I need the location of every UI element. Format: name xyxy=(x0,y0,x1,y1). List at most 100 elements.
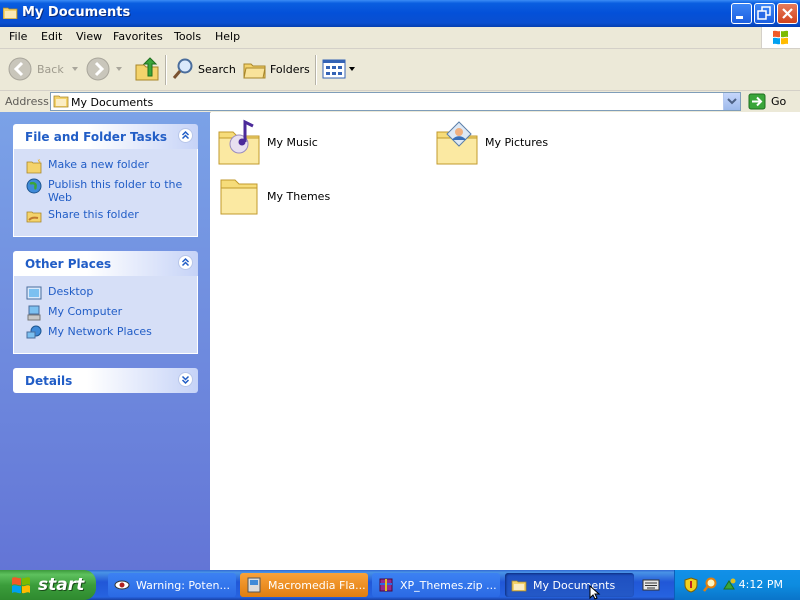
address-value: My Documents xyxy=(71,96,154,109)
go-label: Go xyxy=(771,95,787,108)
views-icon xyxy=(322,59,346,79)
new-folder-icon xyxy=(26,158,42,174)
details-header[interactable]: Details xyxy=(13,368,198,393)
other-places-body: Desktop My Computer My Network Places xyxy=(13,276,198,354)
other-places-header[interactable]: Other Places xyxy=(13,251,198,276)
address-dropdown[interactable] xyxy=(723,93,740,110)
chevron-down-icon xyxy=(727,98,737,105)
up-folder-icon xyxy=(135,57,159,81)
search-button[interactable]: Search xyxy=(171,49,236,89)
place-label: My Network Places xyxy=(48,325,152,338)
window-title: My Documents xyxy=(22,5,131,20)
details-title: Details xyxy=(25,374,73,388)
task-share-folder[interactable]: Share this folder xyxy=(26,208,186,224)
title-bar[interactable]: My Documents xyxy=(0,0,800,27)
network-tray-icon[interactable] xyxy=(721,577,737,593)
place-label: Desktop xyxy=(48,285,94,298)
place-my-network-places[interactable]: My Network Places xyxy=(26,325,186,341)
views-button[interactable] xyxy=(322,49,357,89)
forward-arrow-icon xyxy=(86,57,110,81)
folders-button[interactable]: Folders xyxy=(243,49,310,89)
taskbar-button-label: XP_Themes.zip ... xyxy=(400,578,497,592)
taskbar-button-macromedia[interactable]: Macromedia Fla... xyxy=(240,573,368,597)
collapse-button[interactable] xyxy=(178,255,193,270)
keyboard-indicator[interactable] xyxy=(642,577,660,596)
archive-icon xyxy=(379,578,393,592)
taskbar-button-xp-themes[interactable]: XP_Themes.zip ... xyxy=(372,573,500,597)
folders-label: Folders xyxy=(270,62,310,76)
folder-icon xyxy=(53,95,69,108)
collapse-button[interactable] xyxy=(178,128,193,143)
menu-tools[interactable]: Tools xyxy=(174,30,201,43)
menu-help[interactable]: Help xyxy=(215,30,240,43)
toolbar-separator xyxy=(165,55,167,85)
go-arrow-icon xyxy=(748,93,766,110)
up-folder-button[interactable] xyxy=(134,49,160,89)
taskbar-button-label: Warning: Poten... xyxy=(136,578,230,592)
system-tray: 4:12 PM xyxy=(674,570,800,600)
back-label: Back xyxy=(37,62,64,76)
task-label: Share this folder xyxy=(48,208,139,221)
desktop-icon xyxy=(26,286,42,300)
address-bar: Address My Documents Go xyxy=(0,91,800,113)
menu-edit[interactable]: Edit xyxy=(41,30,62,43)
network-icon xyxy=(26,325,42,339)
expand-button[interactable] xyxy=(178,372,193,387)
close-button[interactable] xyxy=(777,3,798,24)
address-input[interactable]: My Documents xyxy=(50,92,741,111)
back-dropdown-icon[interactable] xyxy=(68,64,82,74)
address-label: Address xyxy=(5,95,49,108)
folder-icon xyxy=(220,179,258,215)
file-view[interactable]: My Music My Pictures My Themes xyxy=(211,112,800,570)
computer-icon xyxy=(27,305,41,321)
taskbar-button-label: Macromedia Fla... xyxy=(268,578,366,592)
folders-icon xyxy=(243,63,266,79)
installer-icon xyxy=(247,577,261,593)
menu-file[interactable]: File xyxy=(9,30,27,43)
back-arrow-icon xyxy=(8,57,32,81)
toolbar: Back Search Folders xyxy=(0,49,800,91)
chevron-up-icon xyxy=(181,130,190,140)
forward-button[interactable] xyxy=(86,49,126,89)
file-folder-tasks-title: File and Folder Tasks xyxy=(25,130,168,144)
folder-my-pictures[interactable]: My Pictures xyxy=(435,118,548,166)
taskbar: start Warning: Poten... Macromedia Fla..… xyxy=(0,570,800,600)
close-icon xyxy=(782,8,793,19)
mouse-cursor-icon xyxy=(589,585,601,600)
file-folder-tasks-header[interactable]: File and Folder Tasks xyxy=(13,124,198,149)
back-button[interactable]: Back xyxy=(8,49,82,89)
share-folder-icon xyxy=(26,211,42,223)
chevron-up-icon xyxy=(181,257,190,267)
maximize-button[interactable] xyxy=(754,3,775,24)
music-folder-icon xyxy=(218,119,260,165)
go-button[interactable]: Go xyxy=(748,92,786,111)
place-desktop[interactable]: Desktop xyxy=(26,285,186,301)
taskbar-button-my-documents[interactable]: My Documents xyxy=(505,573,634,597)
search-icon xyxy=(172,58,193,79)
windows-flag-icon xyxy=(12,577,30,594)
minimize-button[interactable] xyxy=(731,3,752,24)
search-tray-icon[interactable] xyxy=(702,577,718,593)
windows-logo xyxy=(761,27,800,48)
menu-favorites[interactable]: Favorites xyxy=(113,30,163,43)
taskbar-button-warning[interactable]: Warning: Poten... xyxy=(108,573,236,597)
pictures-folder-icon xyxy=(436,121,478,165)
place-my-computer[interactable]: My Computer xyxy=(26,305,186,321)
clock[interactable]: 4:12 PM xyxy=(739,578,783,591)
forward-dropdown-icon[interactable] xyxy=(112,64,126,74)
toolbar-separator xyxy=(315,55,317,85)
item-label: My Themes xyxy=(267,189,331,203)
keyboard-icon xyxy=(642,579,660,591)
menu-view[interactable]: View xyxy=(76,30,102,43)
task-publish-to-web[interactable]: Publish this folder to the Web xyxy=(26,178,186,204)
start-button[interactable]: start xyxy=(0,570,96,600)
taskbar-button-label: My Documents xyxy=(533,578,616,592)
other-places-title: Other Places xyxy=(25,257,112,271)
folder-my-music[interactable]: My Music xyxy=(217,118,318,166)
folder-my-themes[interactable]: My Themes xyxy=(217,174,330,218)
security-shield-icon[interactable] xyxy=(683,577,699,593)
folder-icon xyxy=(511,580,527,592)
task-label: Make a new folder xyxy=(48,158,149,171)
task-make-new-folder[interactable]: Make a new folder xyxy=(26,158,186,174)
place-label: My Computer xyxy=(48,305,123,318)
